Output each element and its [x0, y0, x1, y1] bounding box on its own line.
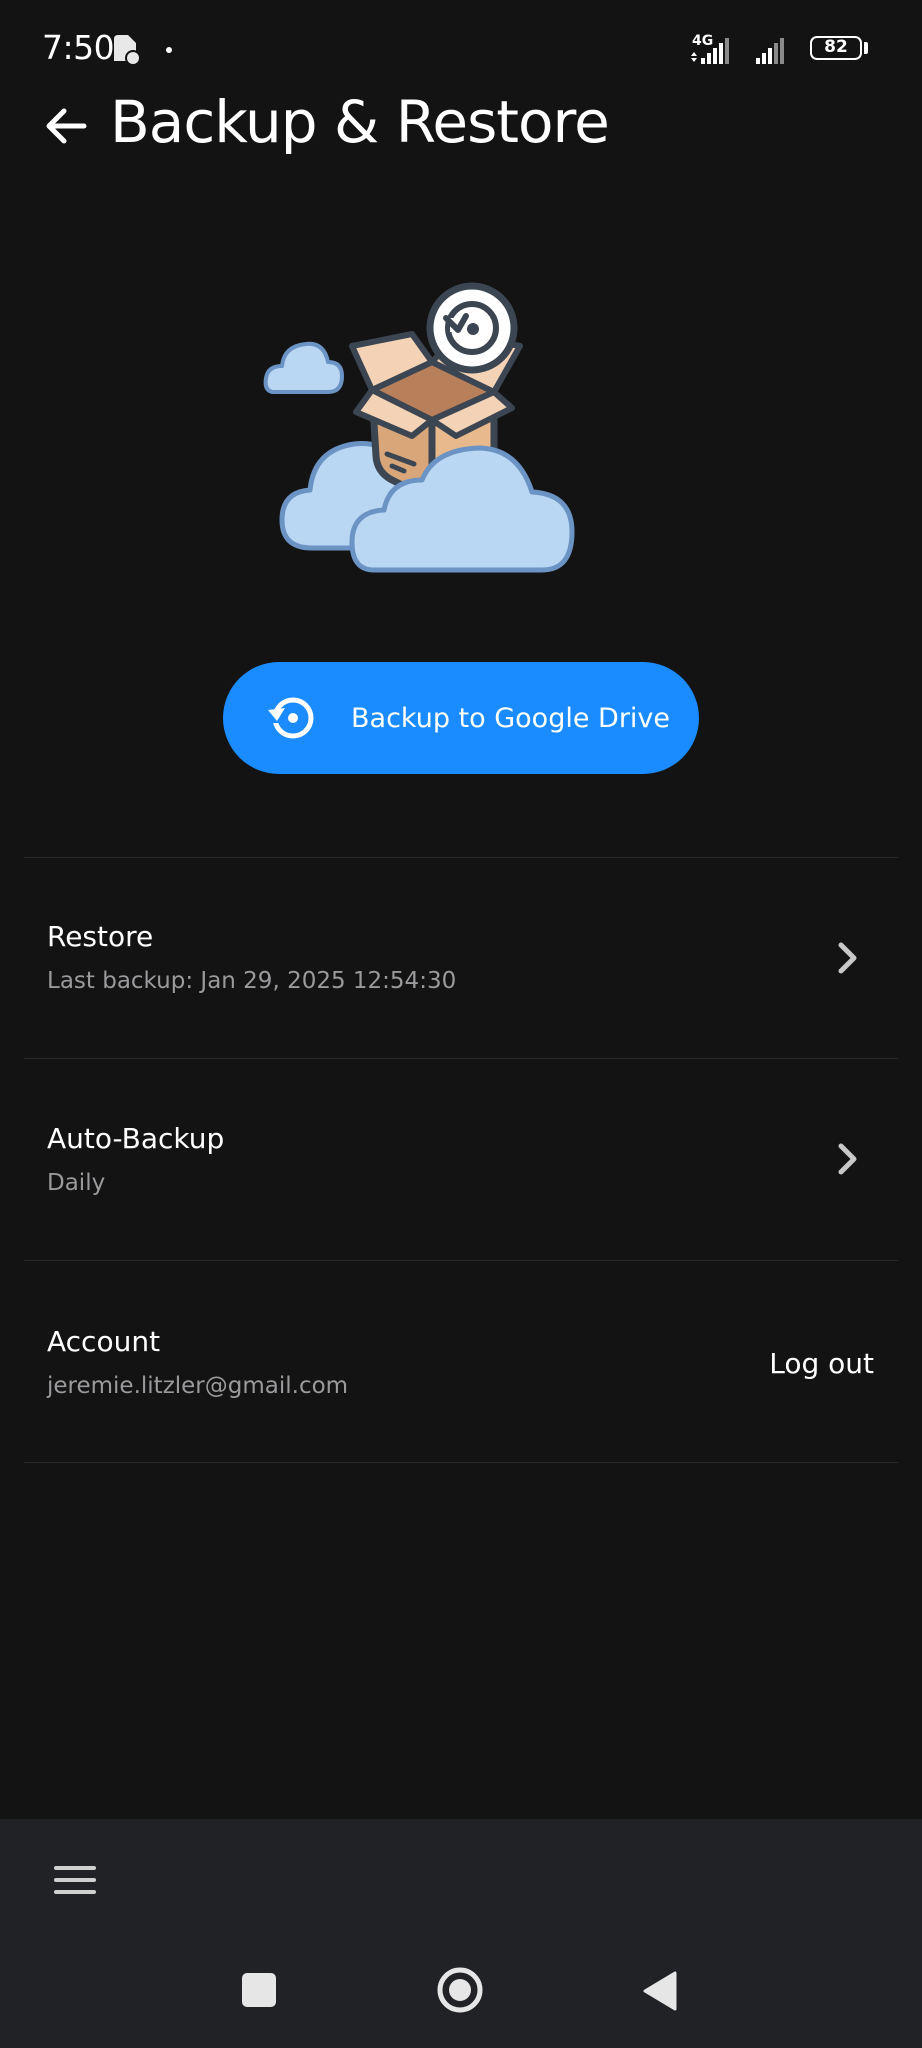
divider	[24, 1462, 898, 1463]
arrow-left-icon	[46, 108, 87, 144]
page-title: Backup & Restore	[110, 88, 610, 156]
notification-icons	[114, 35, 172, 66]
status-time: 7:50	[42, 28, 115, 67]
restore-item[interactable]: Restore Last backup: Jan 29, 2025 12:54:…	[0, 858, 922, 1058]
battery-indicator: 82	[810, 36, 862, 60]
auto-backup-item[interactable]: Auto-Backup Daily	[0, 1059, 922, 1259]
hamburger-menu-icon	[54, 1866, 96, 1894]
chevron-right-icon	[838, 1143, 857, 1175]
account-email: jeremie.litzler@gmail.com	[47, 1373, 349, 1399]
chevron-right-icon	[838, 942, 857, 974]
home-button[interactable]	[436, 1966, 484, 2014]
auto-backup-title: Auto-Backup	[47, 1122, 225, 1155]
battery-tip	[864, 42, 868, 54]
recent-apps-button[interactable]	[242, 1973, 276, 2007]
status-bar: 7:50 4G 82	[0, 0, 922, 100]
signal-strength-icon	[691, 38, 784, 64]
backup-button-label: Backup to Google Drive	[351, 702, 671, 734]
logout-button[interactable]: Log out	[769, 1347, 874, 1380]
backup-to-google-drive-button[interactable]: Backup to Google Drive	[223, 662, 699, 774]
account-title: Account	[47, 1325, 161, 1358]
backup-box-cloud-illustration	[263, 282, 575, 573]
auto-backup-frequency: Daily	[47, 1170, 106, 1196]
menu-button[interactable]	[50, 1855, 100, 1905]
account-item: Account jeremie.litzler@gmail.com Log ou…	[0, 1261, 922, 1461]
system-back-button[interactable]	[642, 1970, 678, 2012]
restore-title: Restore	[47, 920, 154, 953]
restore-clock-icon	[263, 690, 319, 746]
last-backup-date: Last backup: Jan 29, 2025 12:54:30	[47, 968, 457, 994]
back-button[interactable]	[36, 96, 96, 156]
